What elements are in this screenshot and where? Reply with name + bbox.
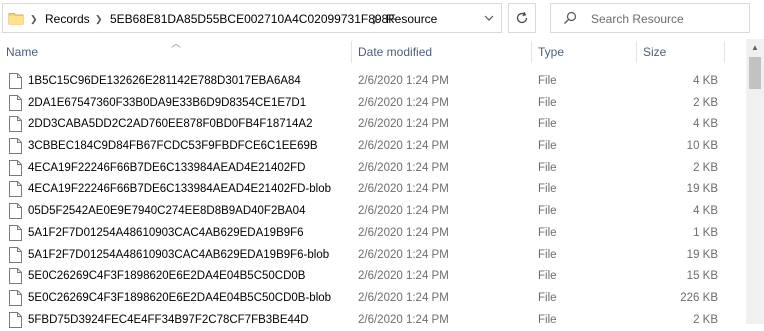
file-date-modified: 2/6/2020 1:24 PM	[358, 248, 449, 261]
file-date-modified: 2/6/2020 1:24 PM	[358, 270, 449, 283]
file-type: File	[538, 291, 557, 304]
address-history-dropdown[interactable]	[477, 4, 501, 32]
scroll-up-arrow-icon[interactable]: ▲	[746, 39, 764, 56]
file-row[interactable]: 2DD3CABA5DD2C2AD760EE878F0BD0FB4F18714A2…	[0, 114, 745, 136]
file-row[interactable]: 05D5F2542AE0E9E7940C274EE8D8B9AD40F2BA04…	[0, 201, 745, 223]
file-date-modified: 2/6/2020 1:24 PM	[358, 226, 449, 239]
file-icon	[9, 268, 22, 285]
file-icon	[9, 289, 22, 306]
file-type: File	[538, 248, 557, 261]
file-name: 2DD3CABA5DD2C2AD760EE878F0BD0FB4F18714A2	[28, 118, 313, 131]
file-type: File	[538, 96, 557, 109]
file-name: 5A1F2F7D01254A48610903CAC4AB629EDA19B9F6…	[28, 248, 330, 261]
column-header-date[interactable]: Date modified	[358, 45, 432, 59]
file-row[interactable]: 4ECA19F22246F66B7DE6C133984AEAD4E21402FD…	[0, 179, 745, 201]
file-date-modified: 2/6/2020 1:24 PM	[358, 75, 449, 87]
file-name: 5A1F2F7D01254A48610903CAC4AB629EDA19B9F6	[28, 226, 304, 239]
file-date-modified: 2/6/2020 1:24 PM	[358, 140, 449, 153]
file-icon	[9, 94, 22, 111]
file-size: 19 KB	[686, 183, 718, 196]
file-icon	[9, 138, 22, 155]
breadcrumb-separator-icon[interactable]: ❯	[95, 12, 103, 26]
breadcrumb-resource[interactable]: Resource	[386, 12, 437, 26]
file-name: 1B5C15C96DE132626E281142E788D3017EBA6A84	[28, 75, 301, 87]
address-bar[interactable]: ❯ Records ❯ 5EB68E81DA85D55BCE002710A4C0…	[2, 3, 502, 33]
file-date-modified: 2/6/2020 1:24 PM	[358, 118, 449, 131]
file-type: File	[538, 270, 557, 283]
file-date-modified: 2/6/2020 1:24 PM	[358, 205, 449, 218]
file-size: 19 KB	[686, 248, 718, 261]
breadcrumb-separator-icon[interactable]: ❯	[371, 12, 379, 26]
file-row[interactable]: 4ECA19F22246F66B7DE6C133984AEAD4E21402FD…	[0, 158, 745, 180]
file-type: File	[538, 140, 557, 153]
file-icon	[9, 159, 22, 176]
column-divider[interactable]	[724, 41, 725, 63]
file-icon	[9, 116, 22, 133]
file-name: 4ECA19F22246F66B7DE6C133984AEAD4E21402FD…	[28, 183, 332, 196]
file-row[interactable]: 1B5C15C96DE132626E281142E788D3017EBA6A84…	[0, 71, 745, 93]
file-icon	[9, 203, 22, 220]
file-icon	[9, 311, 22, 328]
file-size: 15 KB	[686, 270, 718, 283]
file-icon	[9, 73, 22, 89]
file-size: 226 KB	[680, 291, 718, 304]
breadcrumb-record-id[interactable]: 5EB68E81DA85D55BCE002710A4C02099731F898F	[110, 12, 396, 26]
column-header-row: ︿ Name Date modified Type Size	[0, 39, 745, 65]
file-size: 4 KB	[693, 75, 718, 87]
file-type: File	[538, 183, 557, 196]
file-icon	[9, 246, 22, 263]
file-name: 5E0C26269C4F3F1898620E6E2DA4E04B5C50CD0B	[28, 270, 306, 283]
folder-icon	[8, 13, 24, 25]
file-list: 1B5C15C96DE132626E281142E788D3017EBA6A84…	[0, 71, 745, 331]
file-type: File	[538, 75, 557, 87]
breadcrumb-separator-icon[interactable]: ❯	[30, 12, 38, 26]
file-size: 2 KB	[693, 161, 718, 174]
file-date-modified: 2/6/2020 1:24 PM	[358, 161, 449, 174]
file-size: 4 KB	[693, 118, 718, 131]
column-divider[interactable]	[351, 41, 352, 63]
file-size: 1 KB	[693, 226, 718, 239]
file-row[interactable]: 5FBD75D3924FEC4E4FF34B97F2C78CF7FB3BE44D…	[0, 310, 745, 331]
chevron-down-icon	[484, 15, 494, 21]
file-name: 3CBBEC184C9D84FB67FCDC53F9FBDFCE6C1EE69B	[28, 140, 318, 153]
file-date-modified: 2/6/2020 1:24 PM	[358, 96, 449, 109]
file-date-modified: 2/6/2020 1:24 PM	[358, 183, 449, 196]
file-row[interactable]: 2DA1E67547360F33B0DA9E33B6D9D8354CE1E7D1…	[0, 93, 745, 115]
search-icon	[564, 11, 577, 24]
file-type: File	[538, 118, 557, 131]
file-type: File	[538, 205, 557, 218]
sort-ascending-icon: ︿	[171, 39, 181, 50]
file-row[interactable]: 5A1F2F7D01254A48610903CAC4AB629EDA19B9F6…	[0, 223, 745, 245]
file-name: 4ECA19F22246F66B7DE6C133984AEAD4E21402FD	[28, 161, 306, 174]
search-input[interactable]: Search Resource	[591, 12, 684, 26]
file-icon	[9, 181, 22, 198]
column-divider[interactable]	[531, 41, 532, 63]
file-date-modified: 2/6/2020 1:24 PM	[358, 291, 449, 304]
file-row[interactable]: 3CBBEC184C9D84FB67FCDC53F9FBDFCE6C1EE69B…	[0, 136, 745, 158]
column-header-type[interactable]: Type	[538, 45, 564, 59]
file-name: 5E0C26269C4F3F1898620E6E2DA4E04B5C50CD0B…	[28, 291, 332, 304]
refresh-button[interactable]	[508, 3, 536, 33]
navigation-bar: ❯ Records ❯ 5EB68E81DA85D55BCE002710A4C0…	[0, 0, 764, 38]
file-row[interactable]: 5A1F2F7D01254A48610903CAC4AB629EDA19B9F6…	[0, 245, 745, 267]
file-row[interactable]: 5E0C26269C4F3F1898620E6E2DA4E04B5C50CD0B…	[0, 288, 745, 310]
file-type: File	[538, 226, 557, 239]
file-size: 4 KB	[693, 205, 718, 218]
file-type: File	[538, 161, 557, 174]
file-size: 10 KB	[686, 140, 718, 153]
file-name: 05D5F2542AE0E9E7940C274EE8D8B9AD40F2BA04	[28, 205, 306, 218]
vertical-scrollbar[interactable]: ▲	[746, 39, 764, 324]
breadcrumb-records[interactable]: Records	[45, 12, 90, 26]
file-name: 2DA1E67547360F33B0DA9E33B6D9D8354CE1E7D1	[28, 96, 307, 109]
file-row[interactable]: 5E0C26269C4F3F1898620E6E2DA4E04B5C50CD0B…	[0, 266, 745, 288]
column-divider[interactable]	[636, 41, 637, 63]
file-icon	[9, 224, 22, 241]
column-header-name[interactable]: Name	[6, 45, 38, 59]
column-header-size[interactable]: Size	[643, 45, 666, 59]
refresh-icon	[516, 11, 528, 24]
scrollbar-thumb[interactable]	[749, 57, 761, 89]
file-size: 2 KB	[693, 96, 718, 109]
search-box[interactable]: Search Resource	[550, 3, 750, 33]
